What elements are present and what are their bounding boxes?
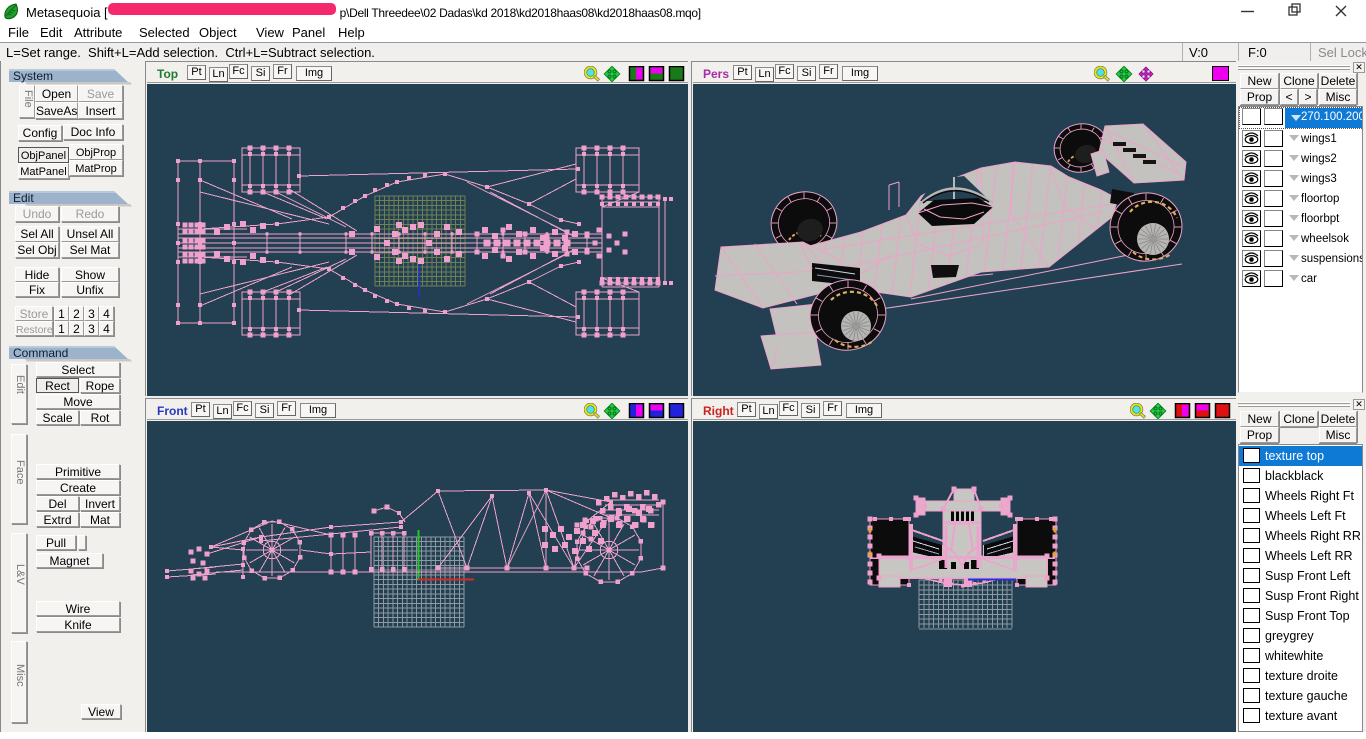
svg-text:Edit: Edit	[13, 191, 34, 205]
svg-text:Command: Command	[13, 346, 68, 360]
svg-text:System: System	[13, 69, 53, 83]
